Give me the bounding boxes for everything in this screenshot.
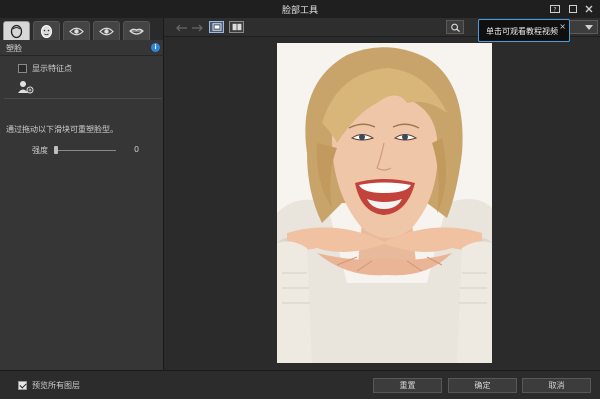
reset-button[interactable]: 重置 bbox=[373, 378, 442, 393]
search-button[interactable] bbox=[446, 20, 464, 34]
eye-icon bbox=[99, 27, 114, 35]
portrait-photo[interactable] bbox=[277, 43, 492, 363]
footer-bar: 预览所有图层 重置 确定 取消 bbox=[0, 370, 600, 399]
add-person-icon[interactable] bbox=[18, 80, 34, 94]
show-features-label: 显示特征点 bbox=[32, 64, 72, 73]
face-shape-icon bbox=[10, 24, 23, 38]
help-video-icon[interactable]: ? bbox=[549, 3, 561, 15]
tab-face[interactable] bbox=[33, 21, 60, 40]
preview-all-layers-row[interactable]: 预览所有图层 bbox=[18, 380, 80, 391]
section-title: 塑脸 bbox=[6, 44, 22, 53]
lips-icon bbox=[129, 28, 144, 35]
window-title: 脸部工具 bbox=[281, 6, 318, 16]
preview-all-layers-label: 预览所有图层 bbox=[32, 381, 80, 390]
left-panel: 塑脸 i 显示特征点 通过拖动以下滑块可重塑脸型。 强度 0 bbox=[0, 18, 164, 370]
strength-slider-track[interactable] bbox=[55, 150, 116, 151]
divider bbox=[4, 98, 162, 99]
single-view-icon bbox=[212, 23, 221, 31]
tab-eyes[interactable] bbox=[63, 21, 90, 40]
ok-button[interactable]: 确定 bbox=[448, 378, 517, 393]
face-icon bbox=[41, 24, 52, 38]
tutorial-tooltip: 单击可观看教程视频 × bbox=[478, 19, 570, 42]
strength-value: 0 bbox=[134, 145, 140, 154]
strength-slider-row: 强度 0 bbox=[0, 144, 164, 156]
svg-text:?: ? bbox=[553, 7, 556, 14]
title-bar: 脸部工具 ? bbox=[0, 0, 600, 18]
zoom-dropdown[interactable] bbox=[566, 20, 598, 34]
tooltip-close-button[interactable]: × bbox=[559, 22, 566, 31]
single-view-button[interactable] bbox=[209, 21, 224, 33]
strength-label: 强度 bbox=[32, 146, 48, 155]
chevron-down-icon bbox=[585, 25, 593, 30]
maximize-icon[interactable] bbox=[567, 3, 579, 15]
undo-icon[interactable] bbox=[176, 21, 188, 34]
info-icon[interactable]: i bbox=[151, 43, 160, 52]
eye-icon bbox=[69, 27, 84, 35]
close-icon[interactable] bbox=[583, 3, 595, 15]
show-features-checkbox[interactable] bbox=[18, 64, 27, 73]
compare-view-icon bbox=[232, 23, 241, 31]
cancel-button[interactable]: 取消 bbox=[522, 378, 591, 393]
search-icon bbox=[450, 23, 460, 32]
reshape-hint: 通过拖动以下滑块可重塑脸型。 bbox=[6, 125, 118, 134]
tool-tabs bbox=[0, 18, 163, 40]
section-header: 塑脸 i bbox=[0, 40, 164, 56]
tab-face-shape[interactable] bbox=[3, 21, 30, 40]
redo-icon[interactable] bbox=[191, 21, 203, 34]
tab-lips[interactable] bbox=[123, 21, 150, 40]
show-features-row[interactable]: 显示特征点 bbox=[18, 63, 72, 74]
tooltip-text[interactable]: 单击可观看教程视频 bbox=[486, 26, 558, 37]
image-canvas[interactable] bbox=[170, 37, 600, 370]
tab-eyes-detail[interactable] bbox=[93, 21, 120, 40]
compare-view-button[interactable] bbox=[229, 21, 244, 33]
portrait-image bbox=[277, 43, 492, 363]
preview-all-layers-checkbox[interactable] bbox=[18, 381, 27, 390]
strength-slider-thumb[interactable] bbox=[54, 146, 58, 154]
